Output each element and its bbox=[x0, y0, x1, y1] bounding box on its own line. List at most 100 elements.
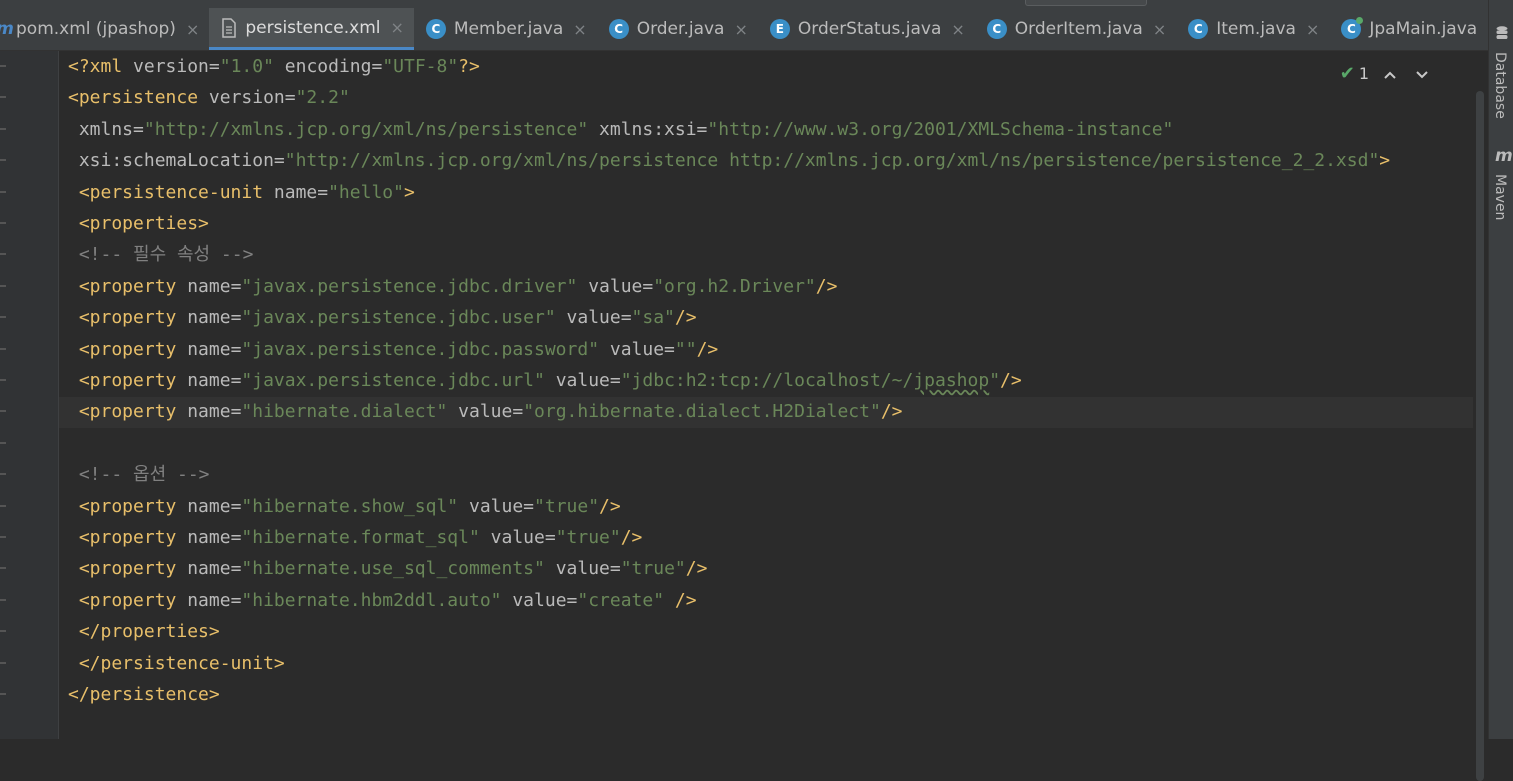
gutter-line-mark bbox=[0, 127, 6, 130]
tab-label: Member.java bbox=[453, 19, 564, 39]
previous-highlight-button[interactable] bbox=[1379, 64, 1401, 83]
tab-persistence-xml[interactable]: persistence.xml × bbox=[209, 8, 414, 50]
tab-orderstatus-java[interactable]: E OrderStatus.java × bbox=[758, 8, 975, 50]
close-icon[interactable]: × bbox=[390, 18, 403, 37]
tab-member-java[interactable]: C Member.java × bbox=[414, 8, 597, 50]
line-number-gutter[interactable] bbox=[0, 51, 59, 739]
main-class-icon: C bbox=[1341, 17, 1364, 39]
next-highlight-button[interactable] bbox=[1411, 64, 1433, 83]
close-icon[interactable]: × bbox=[573, 20, 586, 39]
code-line[interactable]: <persistence-unit name="hello"> bbox=[68, 177, 415, 208]
tab-orderitem-java[interactable]: C OrderItem.java × bbox=[975, 8, 1176, 50]
code-line[interactable]: </persistence> bbox=[68, 679, 220, 710]
code-value-token: "" bbox=[674, 338, 697, 360]
code-attr-token: version= bbox=[133, 56, 220, 77]
gutter-line-mark bbox=[0, 441, 6, 444]
code-value-token: "hello" bbox=[328, 181, 404, 203]
code-line[interactable]: <property name="hibernate.dialect" value… bbox=[68, 396, 903, 427]
code-attr-token: name= bbox=[187, 495, 242, 517]
database-tool-button[interactable]: Database bbox=[1492, 52, 1508, 119]
code-line[interactable]: <!-- 필수 속성 --> bbox=[68, 239, 254, 270]
code-tag-token: /> bbox=[815, 275, 838, 297]
code-value-token: "true" bbox=[620, 558, 686, 580]
inspection-count[interactable]: 1 bbox=[1359, 64, 1369, 83]
code-line[interactable]: xsi:schemaLocation="http://xmlns.jcp.org… bbox=[68, 145, 1390, 176]
tab-order-java[interactable]: C Order.java × bbox=[597, 8, 758, 50]
maven-tool-button[interactable]: Maven bbox=[1492, 174, 1508, 220]
chevron-down-icon bbox=[1416, 71, 1428, 79]
code-attr-token: value= bbox=[458, 401, 524, 423]
database-icon[interactable] bbox=[1496, 26, 1508, 40]
code-value-token: "org.hibernate.dialect.H2Dialect" bbox=[523, 401, 881, 423]
code-attr-token: version= bbox=[208, 87, 296, 109]
code-attr-token: encoding= bbox=[284, 56, 383, 77]
enum-icon: E bbox=[769, 19, 790, 39]
code-attr-token: value= bbox=[490, 527, 556, 548]
class-icon: C bbox=[425, 19, 446, 39]
code-line[interactable]: <property name="hibernate.show_sql" valu… bbox=[68, 491, 621, 522]
gutter-line-mark bbox=[0, 473, 6, 476]
gutter-line-mark bbox=[0, 159, 6, 162]
tab-pom-xml-jpashop[interactable]: mpom.xml (jpashop) × bbox=[0, 8, 209, 50]
code-line[interactable]: <property name="hibernate.hbm2ddl.auto" … bbox=[68, 585, 697, 616]
code-line[interactable]: <property name="javax.persistence.jdbc.d… bbox=[68, 271, 838, 302]
close-icon[interactable]: × bbox=[1306, 20, 1319, 39]
code-value-token: "hibernate.dialect" bbox=[241, 401, 459, 423]
code-line[interactable]: <property name="hibernate.use_sql_commen… bbox=[68, 553, 708, 584]
code-line[interactable]: <!-- 옵션 --> bbox=[68, 459, 210, 490]
code-value-token: "http://xmlns.jcp.org/xml/ns/persistence… bbox=[143, 118, 600, 140]
tab-item-java[interactable]: C Item.java × bbox=[1176, 8, 1329, 50]
chevron-up-icon bbox=[1384, 71, 1396, 79]
title-bar-strip bbox=[0, 0, 1488, 8]
code-attr-token: xmlns= bbox=[68, 118, 144, 140]
code-editor[interactable]: ✔ 1 <?xml version="1.0" encoding="UTF-8"… bbox=[59, 51, 1473, 739]
code-tag-token: /> bbox=[1000, 370, 1022, 391]
code-line[interactable]: <property name="hibernate.format_sql" va… bbox=[68, 522, 643, 553]
code-tag-token: /> bbox=[620, 527, 643, 548]
code-attr-token: name= bbox=[187, 401, 242, 423]
code-attr-token: value= bbox=[555, 370, 621, 391]
gutter-line-mark bbox=[0, 316, 6, 319]
code-line[interactable]: <property name="javax.persistence.jdbc.u… bbox=[68, 302, 697, 333]
code-value-token: "hibernate.show_sql" bbox=[241, 495, 469, 517]
code-attr-token: value= bbox=[468, 495, 535, 517]
code-tag-token: </persistence> bbox=[68, 684, 220, 705]
close-icon[interactable]: × bbox=[1153, 20, 1166, 39]
close-icon[interactable]: × bbox=[951, 20, 964, 39]
right-tool-strip: Database m Maven bbox=[1488, 0, 1513, 739]
code-line[interactable]: <persistence version="2.2" bbox=[68, 82, 350, 113]
gutter-line-mark bbox=[0, 567, 6, 570]
code-line[interactable]: <properties> bbox=[68, 208, 209, 239]
code-value-token: "UTF-8" bbox=[382, 56, 459, 77]
code-tag-token: /> bbox=[674, 307, 697, 329]
code-value-token: "2.2" bbox=[295, 87, 350, 109]
code-value-token: " bbox=[989, 370, 1001, 391]
code-line[interactable]: xmlns="http://xmlns.jcp.org/xml/ns/persi… bbox=[68, 114, 1174, 145]
tab-label: Item.java bbox=[1216, 19, 1296, 39]
inspection-check-icon[interactable]: ✔ bbox=[1340, 63, 1355, 84]
code-value-token: "true" bbox=[555, 527, 621, 548]
tab-label: Order.java bbox=[636, 19, 725, 39]
code-tag-token: <?xml bbox=[68, 56, 134, 77]
tab-label: JpaMain.java bbox=[1369, 19, 1478, 39]
code-tag-token: /> bbox=[599, 495, 621, 517]
code-value-token: "hibernate.use_sql_comments" bbox=[241, 558, 556, 580]
close-icon[interactable]: × bbox=[186, 20, 199, 39]
editor-vertical-scrollbar[interactable] bbox=[1473, 51, 1488, 781]
code-line[interactable]: <?xml version="1.0" encoding="UTF-8"?> bbox=[68, 51, 480, 82]
close-icon[interactable]: × bbox=[734, 20, 747, 39]
code-attr-token: name= bbox=[187, 307, 242, 329]
tab-jpamain-java[interactable]: CJpaMain.java× bbox=[1329, 8, 1488, 50]
code-line[interactable]: </persistence-unit> bbox=[68, 648, 285, 679]
gutter-line-mark bbox=[0, 661, 6, 664]
code-line[interactable]: <property name="javax.persistence.jdbc.p… bbox=[68, 334, 718, 365]
code-value-token: "org.h2.Driver" bbox=[653, 275, 816, 297]
code-tag-token: /> bbox=[880, 401, 903, 423]
maven-icon[interactable]: m bbox=[1495, 146, 1513, 166]
code-line[interactable]: <property name="javax.persistence.jdbc.u… bbox=[68, 365, 1022, 396]
scrollbar-thumb[interactable] bbox=[1476, 91, 1484, 781]
code-attr-token: name= bbox=[273, 181, 329, 203]
code-value-token: "1.0" bbox=[219, 56, 285, 77]
gutter-line-mark bbox=[0, 190, 6, 193]
code-line[interactable]: </properties> bbox=[68, 616, 220, 647]
